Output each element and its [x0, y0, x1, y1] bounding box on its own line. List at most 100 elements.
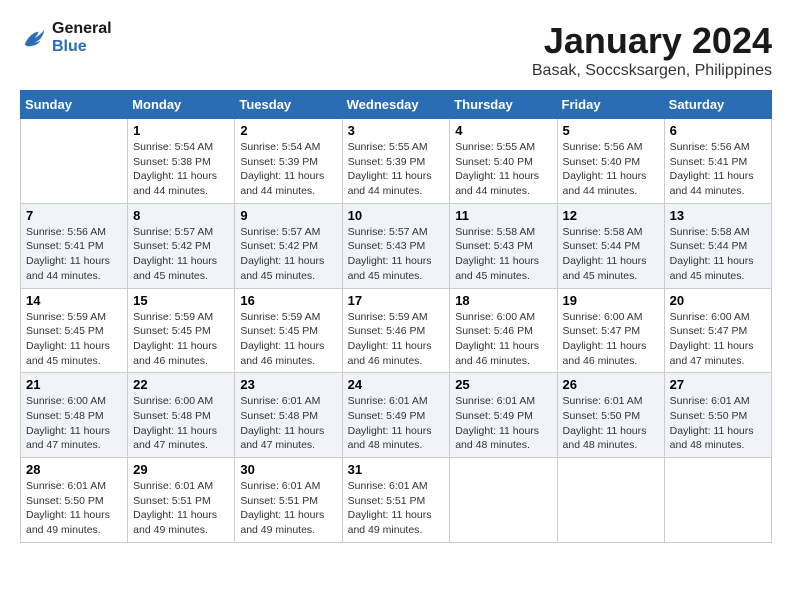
calendar-cell: 18 Sunrise: 6:00 AMSunset: 5:46 PMDaylig… [450, 288, 557, 373]
week-row-2: 14 Sunrise: 5:59 AMSunset: 5:45 PMDaylig… [21, 288, 772, 373]
calendar-cell [557, 458, 664, 543]
calendar-cell: 13 Sunrise: 5:58 AMSunset: 5:44 PMDaylig… [664, 203, 771, 288]
day-number: 4 [455, 123, 551, 138]
calendar-cell: 21 Sunrise: 6:00 AMSunset: 5:48 PMDaylig… [21, 373, 128, 458]
day-number: 18 [455, 293, 551, 308]
day-detail: Sunrise: 5:59 AMSunset: 5:46 PMDaylight:… [348, 310, 445, 369]
location: Basak, Soccsksargen, Philippines [532, 62, 772, 80]
day-number: 19 [563, 293, 659, 308]
day-detail: Sunrise: 5:55 AMSunset: 5:40 PMDaylight:… [455, 140, 551, 199]
day-number: 16 [240, 293, 336, 308]
day-number: 9 [240, 208, 336, 223]
week-row-1: 7 Sunrise: 5:56 AMSunset: 5:41 PMDayligh… [21, 203, 772, 288]
calendar-cell: 2 Sunrise: 5:54 AMSunset: 5:39 PMDayligh… [235, 119, 342, 204]
day-detail: Sunrise: 5:59 AMSunset: 5:45 PMDaylight:… [240, 310, 336, 369]
week-row-0: 1 Sunrise: 5:54 AMSunset: 5:38 PMDayligh… [21, 119, 772, 204]
day-detail: Sunrise: 6:00 AMSunset: 5:46 PMDaylight:… [455, 310, 551, 369]
calendar-cell: 17 Sunrise: 5:59 AMSunset: 5:46 PMDaylig… [342, 288, 450, 373]
header-sunday: Sunday [21, 91, 128, 119]
day-number: 10 [348, 208, 445, 223]
calendar-cell [21, 119, 128, 204]
header-friday: Friday [557, 91, 664, 119]
day-detail: Sunrise: 6:01 AMSunset: 5:48 PMDaylight:… [240, 394, 336, 453]
day-detail: Sunrise: 5:56 AMSunset: 5:41 PMDaylight:… [670, 140, 766, 199]
day-detail: Sunrise: 6:00 AMSunset: 5:48 PMDaylight:… [133, 394, 229, 453]
day-detail: Sunrise: 5:54 AMSunset: 5:39 PMDaylight:… [240, 140, 336, 199]
day-number: 2 [240, 123, 336, 138]
month-title: January 2024 [532, 20, 772, 62]
week-row-3: 21 Sunrise: 6:00 AMSunset: 5:48 PMDaylig… [21, 373, 772, 458]
logo-text: General Blue [52, 20, 112, 56]
calendar-cell: 22 Sunrise: 6:00 AMSunset: 5:48 PMDaylig… [128, 373, 235, 458]
calendar-cell: 9 Sunrise: 5:57 AMSunset: 5:42 PMDayligh… [235, 203, 342, 288]
calendar-cell [664, 458, 771, 543]
day-detail: Sunrise: 5:58 AMSunset: 5:44 PMDaylight:… [563, 225, 659, 284]
day-detail: Sunrise: 5:57 AMSunset: 5:42 PMDaylight:… [240, 225, 336, 284]
calendar-table: Sunday Monday Tuesday Wednesday Thursday… [20, 90, 772, 543]
day-number: 28 [26, 462, 122, 477]
calendar-cell: 29 Sunrise: 6:01 AMSunset: 5:51 PMDaylig… [128, 458, 235, 543]
calendar-cell: 23 Sunrise: 6:01 AMSunset: 5:48 PMDaylig… [235, 373, 342, 458]
day-detail: Sunrise: 6:01 AMSunset: 5:51 PMDaylight:… [133, 479, 229, 538]
day-detail: Sunrise: 5:59 AMSunset: 5:45 PMDaylight:… [26, 310, 122, 369]
calendar-cell: 26 Sunrise: 6:01 AMSunset: 5:50 PMDaylig… [557, 373, 664, 458]
week-row-4: 28 Sunrise: 6:01 AMSunset: 5:50 PMDaylig… [21, 458, 772, 543]
calendar-cell: 6 Sunrise: 5:56 AMSunset: 5:41 PMDayligh… [664, 119, 771, 204]
day-detail: Sunrise: 5:56 AMSunset: 5:41 PMDaylight:… [26, 225, 122, 284]
day-number: 23 [240, 377, 336, 392]
calendar-cell [450, 458, 557, 543]
day-detail: Sunrise: 6:00 AMSunset: 5:47 PMDaylight:… [670, 310, 766, 369]
calendar-cell: 20 Sunrise: 6:00 AMSunset: 5:47 PMDaylig… [664, 288, 771, 373]
day-number: 14 [26, 293, 122, 308]
day-number: 31 [348, 462, 445, 477]
day-number: 15 [133, 293, 229, 308]
page-header: General Blue January 2024 Basak, Soccsks… [20, 20, 772, 80]
header-tuesday: Tuesday [235, 91, 342, 119]
day-detail: Sunrise: 5:58 AMSunset: 5:43 PMDaylight:… [455, 225, 551, 284]
calendar-cell: 7 Sunrise: 5:56 AMSunset: 5:41 PMDayligh… [21, 203, 128, 288]
logo-icon [20, 24, 48, 52]
calendar-cell: 11 Sunrise: 5:58 AMSunset: 5:43 PMDaylig… [450, 203, 557, 288]
day-detail: Sunrise: 5:54 AMSunset: 5:38 PMDaylight:… [133, 140, 229, 199]
day-number: 3 [348, 123, 445, 138]
calendar-cell: 8 Sunrise: 5:57 AMSunset: 5:42 PMDayligh… [128, 203, 235, 288]
day-detail: Sunrise: 6:01 AMSunset: 5:51 PMDaylight:… [240, 479, 336, 538]
day-detail: Sunrise: 6:01 AMSunset: 5:49 PMDaylight:… [455, 394, 551, 453]
day-detail: Sunrise: 5:58 AMSunset: 5:44 PMDaylight:… [670, 225, 766, 284]
header-thursday: Thursday [450, 91, 557, 119]
calendar-cell: 12 Sunrise: 5:58 AMSunset: 5:44 PMDaylig… [557, 203, 664, 288]
calendar-cell: 14 Sunrise: 5:59 AMSunset: 5:45 PMDaylig… [21, 288, 128, 373]
day-number: 7 [26, 208, 122, 223]
day-detail: Sunrise: 5:57 AMSunset: 5:42 PMDaylight:… [133, 225, 229, 284]
day-number: 25 [455, 377, 551, 392]
day-number: 1 [133, 123, 229, 138]
day-detail: Sunrise: 6:01 AMSunset: 5:49 PMDaylight:… [348, 394, 445, 453]
calendar-cell: 28 Sunrise: 6:01 AMSunset: 5:50 PMDaylig… [21, 458, 128, 543]
day-detail: Sunrise: 5:56 AMSunset: 5:40 PMDaylight:… [563, 140, 659, 199]
day-detail: Sunrise: 6:01 AMSunset: 5:50 PMDaylight:… [26, 479, 122, 538]
day-number: 21 [26, 377, 122, 392]
day-number: 8 [133, 208, 229, 223]
day-detail: Sunrise: 5:59 AMSunset: 5:45 PMDaylight:… [133, 310, 229, 369]
calendar-cell: 16 Sunrise: 5:59 AMSunset: 5:45 PMDaylig… [235, 288, 342, 373]
logo: General Blue [20, 20, 112, 56]
calendar-cell: 19 Sunrise: 6:00 AMSunset: 5:47 PMDaylig… [557, 288, 664, 373]
calendar-cell: 1 Sunrise: 5:54 AMSunset: 5:38 PMDayligh… [128, 119, 235, 204]
day-number: 26 [563, 377, 659, 392]
day-number: 22 [133, 377, 229, 392]
header-wednesday: Wednesday [342, 91, 450, 119]
day-number: 24 [348, 377, 445, 392]
calendar-cell: 3 Sunrise: 5:55 AMSunset: 5:39 PMDayligh… [342, 119, 450, 204]
calendar-cell: 30 Sunrise: 6:01 AMSunset: 5:51 PMDaylig… [235, 458, 342, 543]
day-number: 30 [240, 462, 336, 477]
day-detail: Sunrise: 6:01 AMSunset: 5:50 PMDaylight:… [563, 394, 659, 453]
day-number: 29 [133, 462, 229, 477]
title-block: January 2024 Basak, Soccsksargen, Philip… [532, 20, 772, 80]
calendar-cell: 15 Sunrise: 5:59 AMSunset: 5:45 PMDaylig… [128, 288, 235, 373]
day-number: 13 [670, 208, 766, 223]
day-number: 20 [670, 293, 766, 308]
calendar-cell: 27 Sunrise: 6:01 AMSunset: 5:50 PMDaylig… [664, 373, 771, 458]
calendar-cell: 4 Sunrise: 5:55 AMSunset: 5:40 PMDayligh… [450, 119, 557, 204]
header-monday: Monday [128, 91, 235, 119]
calendar-cell: 25 Sunrise: 6:01 AMSunset: 5:49 PMDaylig… [450, 373, 557, 458]
